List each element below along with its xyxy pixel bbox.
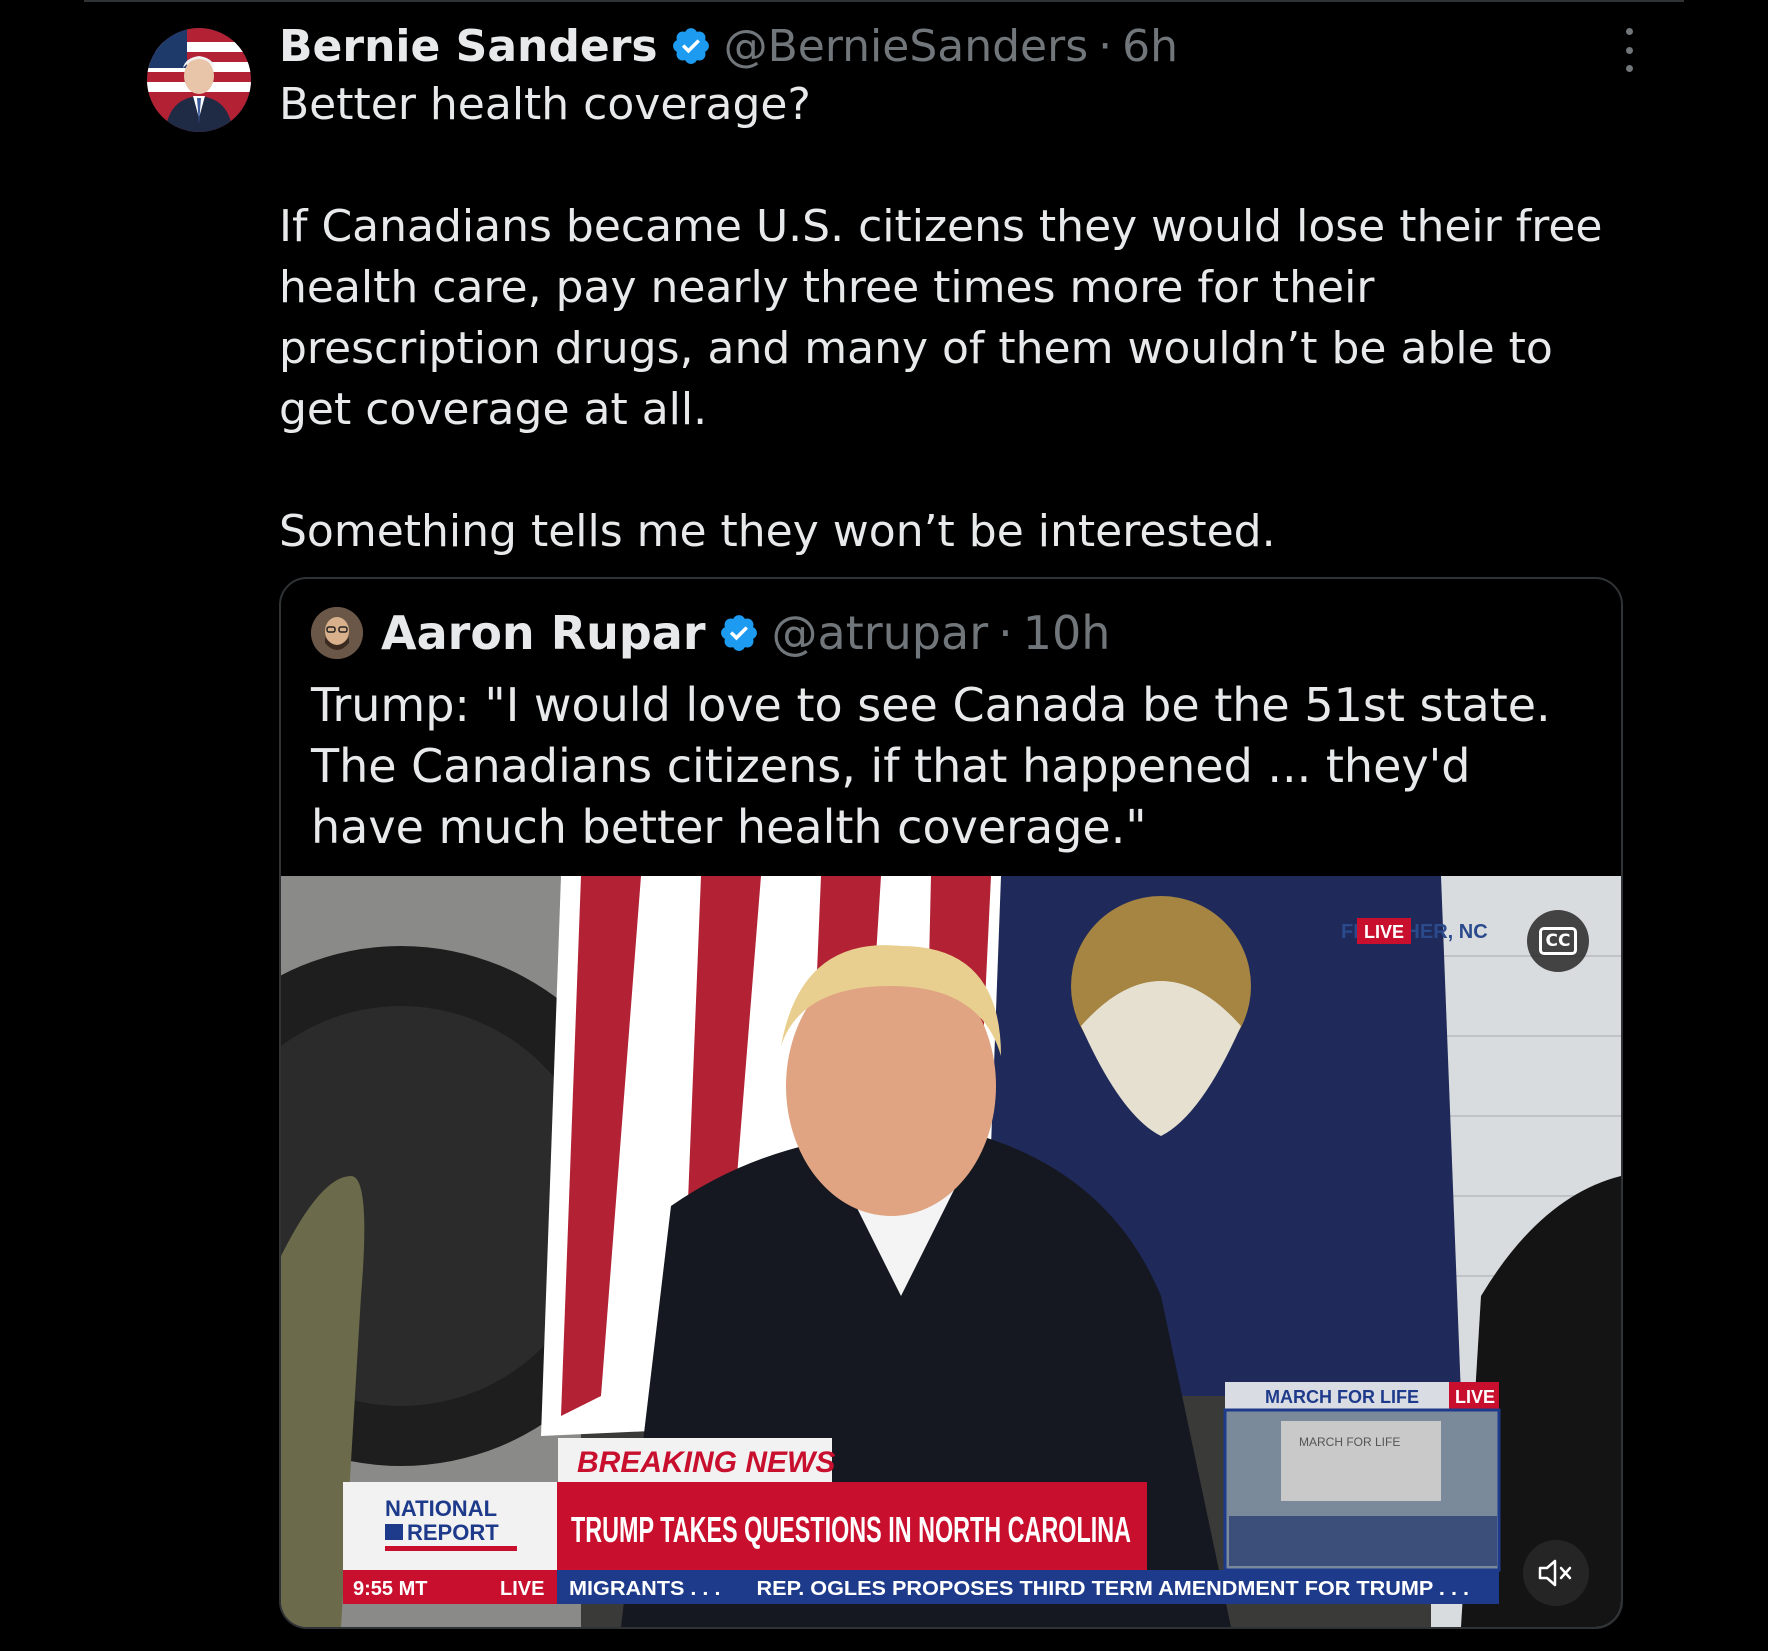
headline-chyron: TRUMP TAKES QUESTIONS IN NORTH CAROLINA <box>571 1509 1131 1550</box>
captions-icon: CC <box>1538 927 1578 955</box>
quoted-author-avatar[interactable] <box>311 607 363 659</box>
top-divider <box>84 0 1684 2</box>
quoted-tweet-card[interactable]: Aaron Rupar @atrupar · 10h Trump: "I wou… <box>279 577 1623 1629</box>
more-options-icon[interactable] <box>1618 28 1640 72</box>
video-frame: FLETCHER, NC LIVE MARCH FOR LIFE LIVE MA… <box>281 876 1621 1627</box>
video-player[interactable]: FLETCHER, NC LIVE MARCH FOR LIFE LIVE MA… <box>281 876 1621 1627</box>
tweet-text-paragraph: If Canadians became U.S. citizens they w… <box>279 201 1603 435</box>
quoted-tweet-timestamp[interactable]: 10h <box>1023 606 1111 660</box>
author-handle[interactable]: @BernieSanders <box>724 21 1089 72</box>
clock-label: 9:55 MT <box>353 1578 427 1600</box>
clock-live-tag: LIVE <box>500 1578 544 1600</box>
verified-badge-icon <box>720 615 757 651</box>
inset-stage-sign: MARCH FOR LIFE <box>1299 1435 1400 1449</box>
quoted-tweet-text: Trump: "I would love to see Canada be th… <box>311 678 1551 854</box>
location-live-tag: LIVE <box>1364 922 1404 942</box>
network-line2: REPORT <box>407 1520 499 1545</box>
tweet-text-closing: Something tells me they won’t be interes… <box>279 506 1276 557</box>
verified-badge-icon <box>672 28 709 64</box>
network-line1: NATIONAL <box>385 1496 497 1521</box>
inset-title: MARCH FOR LIFE <box>1265 1387 1419 1407</box>
muted-speaker-icon <box>1538 1559 1572 1587</box>
quoted-tweet-header: Aaron Rupar @atrupar · 10h <box>311 603 1110 663</box>
tweet-timestamp[interactable]: 6h <box>1122 21 1178 72</box>
breaking-news-label: BREAKING NEWS <box>577 1446 835 1479</box>
quoted-author-name[interactable]: Aaron Rupar <box>381 606 706 660</box>
news-ticker: MIGRANTS . . . REP. OGLES PROPOSES THIRD… <box>569 1578 1469 1600</box>
captions-button[interactable]: CC <box>1527 910 1589 972</box>
author-name[interactable]: Bernie Sanders <box>279 21 658 72</box>
author-avatar[interactable] <box>147 28 251 132</box>
separator-dot: · <box>998 606 1013 660</box>
inset-live-tag: LIVE <box>1455 1387 1495 1407</box>
tweet-text-line1: Better health coverage? <box>279 79 811 130</box>
quoted-author-handle[interactable]: @atrupar <box>772 606 989 660</box>
separator-dot: · <box>1098 20 1113 72</box>
tweet-header: Bernie Sanders @BernieSanders · 6h <box>279 18 1178 74</box>
unmute-button[interactable] <box>1523 1540 1589 1606</box>
